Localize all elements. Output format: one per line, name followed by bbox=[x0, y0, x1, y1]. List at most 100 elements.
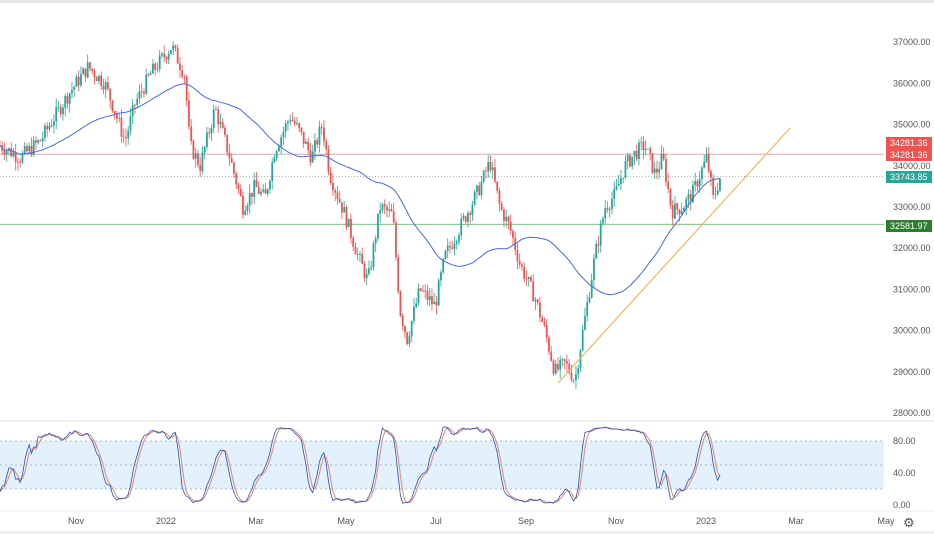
candle-body bbox=[500, 203, 503, 210]
time-tick-label: Nov bbox=[68, 516, 85, 526]
candle-body bbox=[354, 246, 357, 255]
candle-body bbox=[44, 125, 46, 138]
candle-body bbox=[649, 148, 652, 154]
candle-body bbox=[372, 243, 375, 268]
candle-body bbox=[298, 123, 301, 128]
candle-body bbox=[53, 121, 55, 126]
candle-body bbox=[359, 253, 361, 255]
candle-body bbox=[350, 218, 352, 238]
candle-body bbox=[152, 63, 154, 74]
candle-body bbox=[460, 218, 463, 236]
candle-body bbox=[557, 363, 559, 370]
candle-body bbox=[635, 150, 638, 160]
candle-body bbox=[161, 53, 163, 56]
candle-body bbox=[613, 188, 616, 199]
candle-body bbox=[629, 155, 631, 167]
candle-body bbox=[158, 55, 161, 70]
candle-body bbox=[608, 208, 611, 210]
candle-body bbox=[50, 125, 53, 127]
candle-body bbox=[104, 82, 107, 90]
time-tick-label: May bbox=[337, 516, 355, 526]
candle-body bbox=[316, 140, 319, 145]
candle-body bbox=[266, 189, 269, 194]
candle-body bbox=[156, 69, 159, 70]
price-tag-label: 34281.36 bbox=[890, 150, 928, 160]
price-chart[interactable]: 37000.00 36000.00 35000.00 34000.00 33000.00… bbox=[0, 0, 934, 534]
candle-body bbox=[352, 237, 355, 247]
candle-body bbox=[570, 372, 573, 381]
time-tick-label: Mar bbox=[788, 516, 804, 526]
candle-body bbox=[577, 368, 580, 375]
candle-body bbox=[57, 106, 60, 108]
candle-body bbox=[136, 98, 139, 105]
candle-body bbox=[633, 150, 636, 157]
candle-body bbox=[64, 95, 67, 108]
stochastic-tick-label: 0.00 bbox=[893, 500, 911, 510]
candle-body bbox=[118, 117, 121, 119]
candle-body bbox=[17, 161, 19, 163]
candle-body bbox=[368, 268, 370, 274]
candle-body bbox=[527, 276, 530, 280]
candle-body bbox=[89, 62, 91, 69]
candle-body bbox=[620, 178, 622, 185]
candle-body bbox=[707, 154, 710, 172]
candle-body bbox=[264, 189, 267, 194]
candle-body bbox=[23, 146, 26, 153]
candle-body bbox=[566, 361, 568, 364]
candle-body bbox=[426, 290, 429, 300]
candle-body bbox=[287, 121, 289, 124]
candle-body bbox=[406, 332, 409, 344]
candle-body bbox=[413, 307, 415, 322]
candle-body bbox=[554, 363, 557, 374]
candle-body bbox=[658, 169, 661, 173]
candle-body bbox=[35, 140, 37, 143]
candles bbox=[0, 41, 721, 389]
candle-body bbox=[138, 91, 141, 99]
candle-body bbox=[318, 126, 321, 145]
candle-body bbox=[518, 261, 521, 265]
candle-body bbox=[671, 205, 674, 219]
candle-body bbox=[176, 48, 179, 64]
candle-body bbox=[39, 140, 42, 142]
candle-body bbox=[323, 127, 325, 142]
price-tick-label: 30000.00 bbox=[893, 326, 931, 336]
candle-body bbox=[5, 150, 8, 155]
candle-body bbox=[242, 195, 244, 215]
candle-body bbox=[674, 203, 676, 219]
candle-body bbox=[93, 71, 96, 78]
candle-body bbox=[3, 150, 6, 155]
candle-body bbox=[536, 299, 539, 303]
candle-body bbox=[345, 207, 348, 228]
candle-body bbox=[696, 181, 699, 187]
candle-body bbox=[219, 122, 222, 125]
candle-body bbox=[656, 168, 658, 173]
candle-body bbox=[599, 223, 602, 246]
candle-body bbox=[275, 151, 278, 158]
candle-body bbox=[217, 109, 220, 125]
candle-body bbox=[208, 132, 211, 134]
candle-body bbox=[73, 86, 76, 90]
candle-body bbox=[226, 135, 229, 153]
candle-body bbox=[280, 137, 283, 147]
gear-icon[interactable]: ⚙ bbox=[903, 515, 915, 531]
candle-body bbox=[77, 76, 80, 86]
candle-body bbox=[552, 360, 555, 374]
candle-body bbox=[341, 202, 343, 213]
candle-body bbox=[464, 216, 467, 222]
candle-body bbox=[190, 126, 193, 141]
candle-body bbox=[111, 100, 114, 112]
candle-body bbox=[86, 62, 89, 78]
candle-body bbox=[68, 93, 71, 104]
price-levels bbox=[0, 153, 884, 225]
candle-body bbox=[289, 120, 292, 122]
candle-body bbox=[462, 216, 465, 219]
candle-body bbox=[230, 158, 233, 163]
candle-body bbox=[642, 141, 645, 151]
candle-body bbox=[143, 91, 145, 94]
candle-body bbox=[233, 162, 235, 174]
candle-body bbox=[458, 235, 460, 242]
candle-body bbox=[282, 131, 285, 138]
time-tick-label: 2022 bbox=[156, 516, 176, 526]
candle-body bbox=[325, 141, 328, 150]
candle-body bbox=[41, 137, 44, 142]
